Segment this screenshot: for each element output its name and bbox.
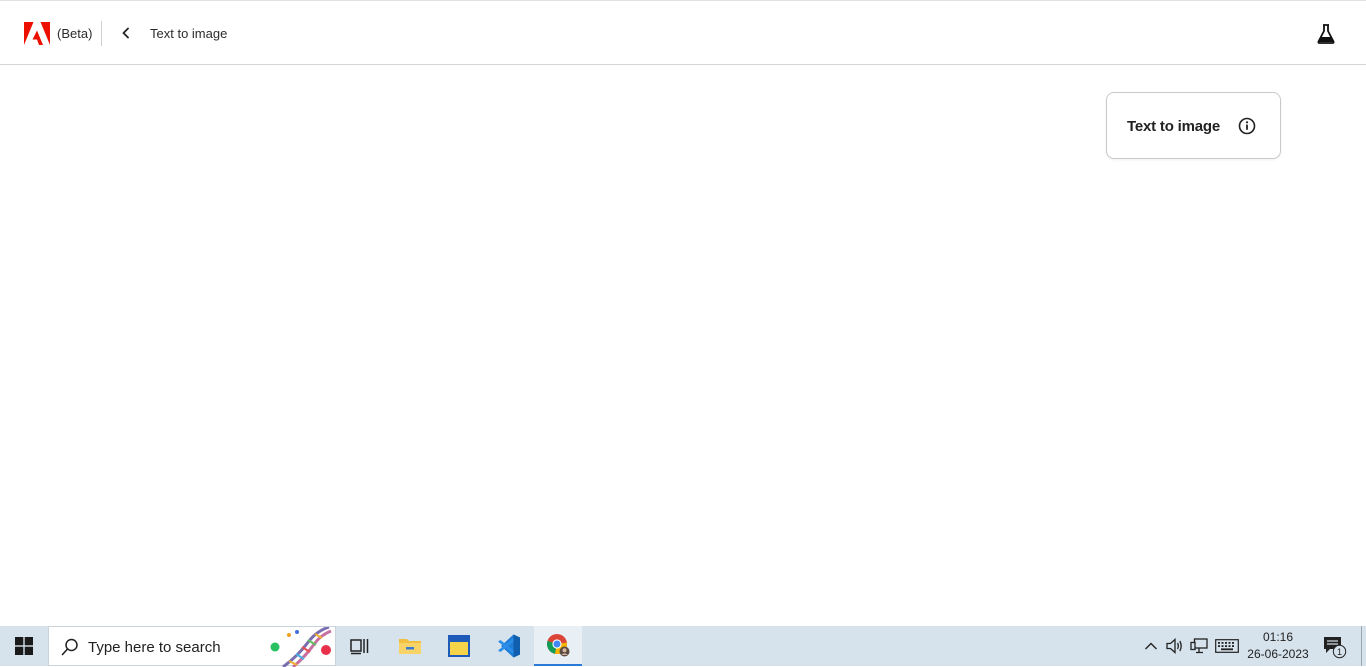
chrome-button[interactable] [534, 626, 582, 666]
labs-button[interactable] [1316, 23, 1336, 45]
vscode-button[interactable] [484, 626, 532, 666]
action-center-button[interactable]: 1 [1322, 635, 1348, 659]
vscode-icon [498, 634, 520, 658]
chrome-icon [547, 634, 570, 657]
chevron-up-icon [1145, 642, 1157, 650]
show-hidden-icons-button[interactable] [1141, 636, 1161, 656]
touch-keyboard-button[interactable] [1215, 636, 1239, 656]
beta-label: (Beta) [57, 26, 93, 41]
folder-icon [399, 639, 421, 654]
chevron-left-icon [122, 27, 129, 39]
flask-icon [1317, 24, 1335, 44]
info-button[interactable] [1238, 117, 1256, 135]
volume-button[interactable] [1165, 636, 1185, 656]
search-icon [61, 638, 78, 656]
clock-time: 01:16 [1262, 630, 1294, 644]
notes-app-button[interactable] [435, 626, 483, 666]
taskbar-search-box[interactable]: Type here to search [48, 626, 336, 667]
top-header: (Beta) Text to image [0, 1, 1366, 65]
header-divider [101, 21, 102, 46]
clock-date: 26-06-2023 [1247, 647, 1309, 661]
breadcrumb-title: Text to image [150, 26, 228, 41]
speaker-icon [1166, 638, 1182, 654]
task-view-icon [350, 639, 369, 655]
windows-taskbar: Type here to search 01:16 26-06-2023 1 [0, 626, 1366, 667]
file-explorer-button[interactable] [386, 626, 434, 666]
dna-doodle-icon [270, 627, 332, 667]
show-desktop-button[interactable] [1361, 626, 1362, 666]
text-to-image-card: Text to image [1106, 92, 1281, 159]
search-placeholder: Type here to search [88, 639, 221, 656]
network-button[interactable] [1189, 636, 1209, 656]
sticky-notes-icon [448, 635, 470, 657]
network-icon [1190, 638, 1208, 654]
task-view-button[interactable] [336, 626, 384, 666]
info-icon [1238, 117, 1256, 135]
app-window: (Beta) Text to image Text to image [0, 0, 1366, 626]
notification-icon: 1 [1324, 637, 1347, 659]
notification-count: 1 [1337, 647, 1342, 657]
system-clock[interactable]: 01:16 26-06-2023 [1244, 629, 1312, 663]
back-button[interactable] [116, 23, 136, 43]
adobe-logo-icon[interactable] [24, 22, 50, 45]
card-title: Text to image [1127, 118, 1220, 135]
keyboard-icon [1215, 639, 1239, 653]
windows-logo-icon [15, 637, 33, 655]
start-button[interactable] [0, 626, 48, 666]
